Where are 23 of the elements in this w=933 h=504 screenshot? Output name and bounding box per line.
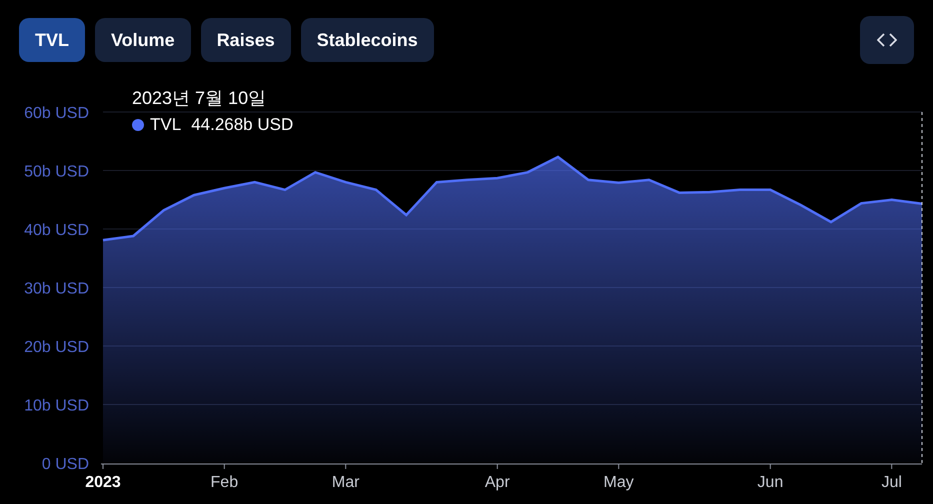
tooltip-value: 44.268b USD xyxy=(191,114,294,136)
y-axis-label: 20b USD xyxy=(24,339,89,356)
x-axis-label: Feb xyxy=(210,474,238,491)
x-axis-label: Mar xyxy=(332,474,360,491)
tooltip-date: 2023년 7월 10일 xyxy=(132,87,268,110)
y-axis-label: 30b USD xyxy=(24,280,89,298)
chart-tab[interactable]: Volume xyxy=(95,18,191,62)
code-icon xyxy=(877,33,897,47)
x-axis-label: May xyxy=(604,474,634,491)
y-axis-label: 10b USD xyxy=(24,398,89,414)
x-axis-label: Jul xyxy=(881,474,902,491)
x-axis-label: Apr xyxy=(484,474,510,491)
embed-button[interactable] xyxy=(860,16,914,64)
y-axis-label: 50b USD xyxy=(24,164,89,180)
chart-tab[interactable]: TVL xyxy=(19,18,85,62)
y-axis-label: 60b USD xyxy=(24,105,89,122)
x-axis-label: Jun xyxy=(757,474,784,491)
chart-tab[interactable]: Raises xyxy=(200,18,291,62)
y-axis-label: 0 USD xyxy=(42,456,89,473)
tooltip-series-name: TVL xyxy=(150,114,182,136)
chart-tab[interactable]: Stablecoins xyxy=(300,18,434,62)
x-axis-label: 2023 xyxy=(85,474,121,491)
y-axis-label: 40b USD xyxy=(24,222,89,239)
